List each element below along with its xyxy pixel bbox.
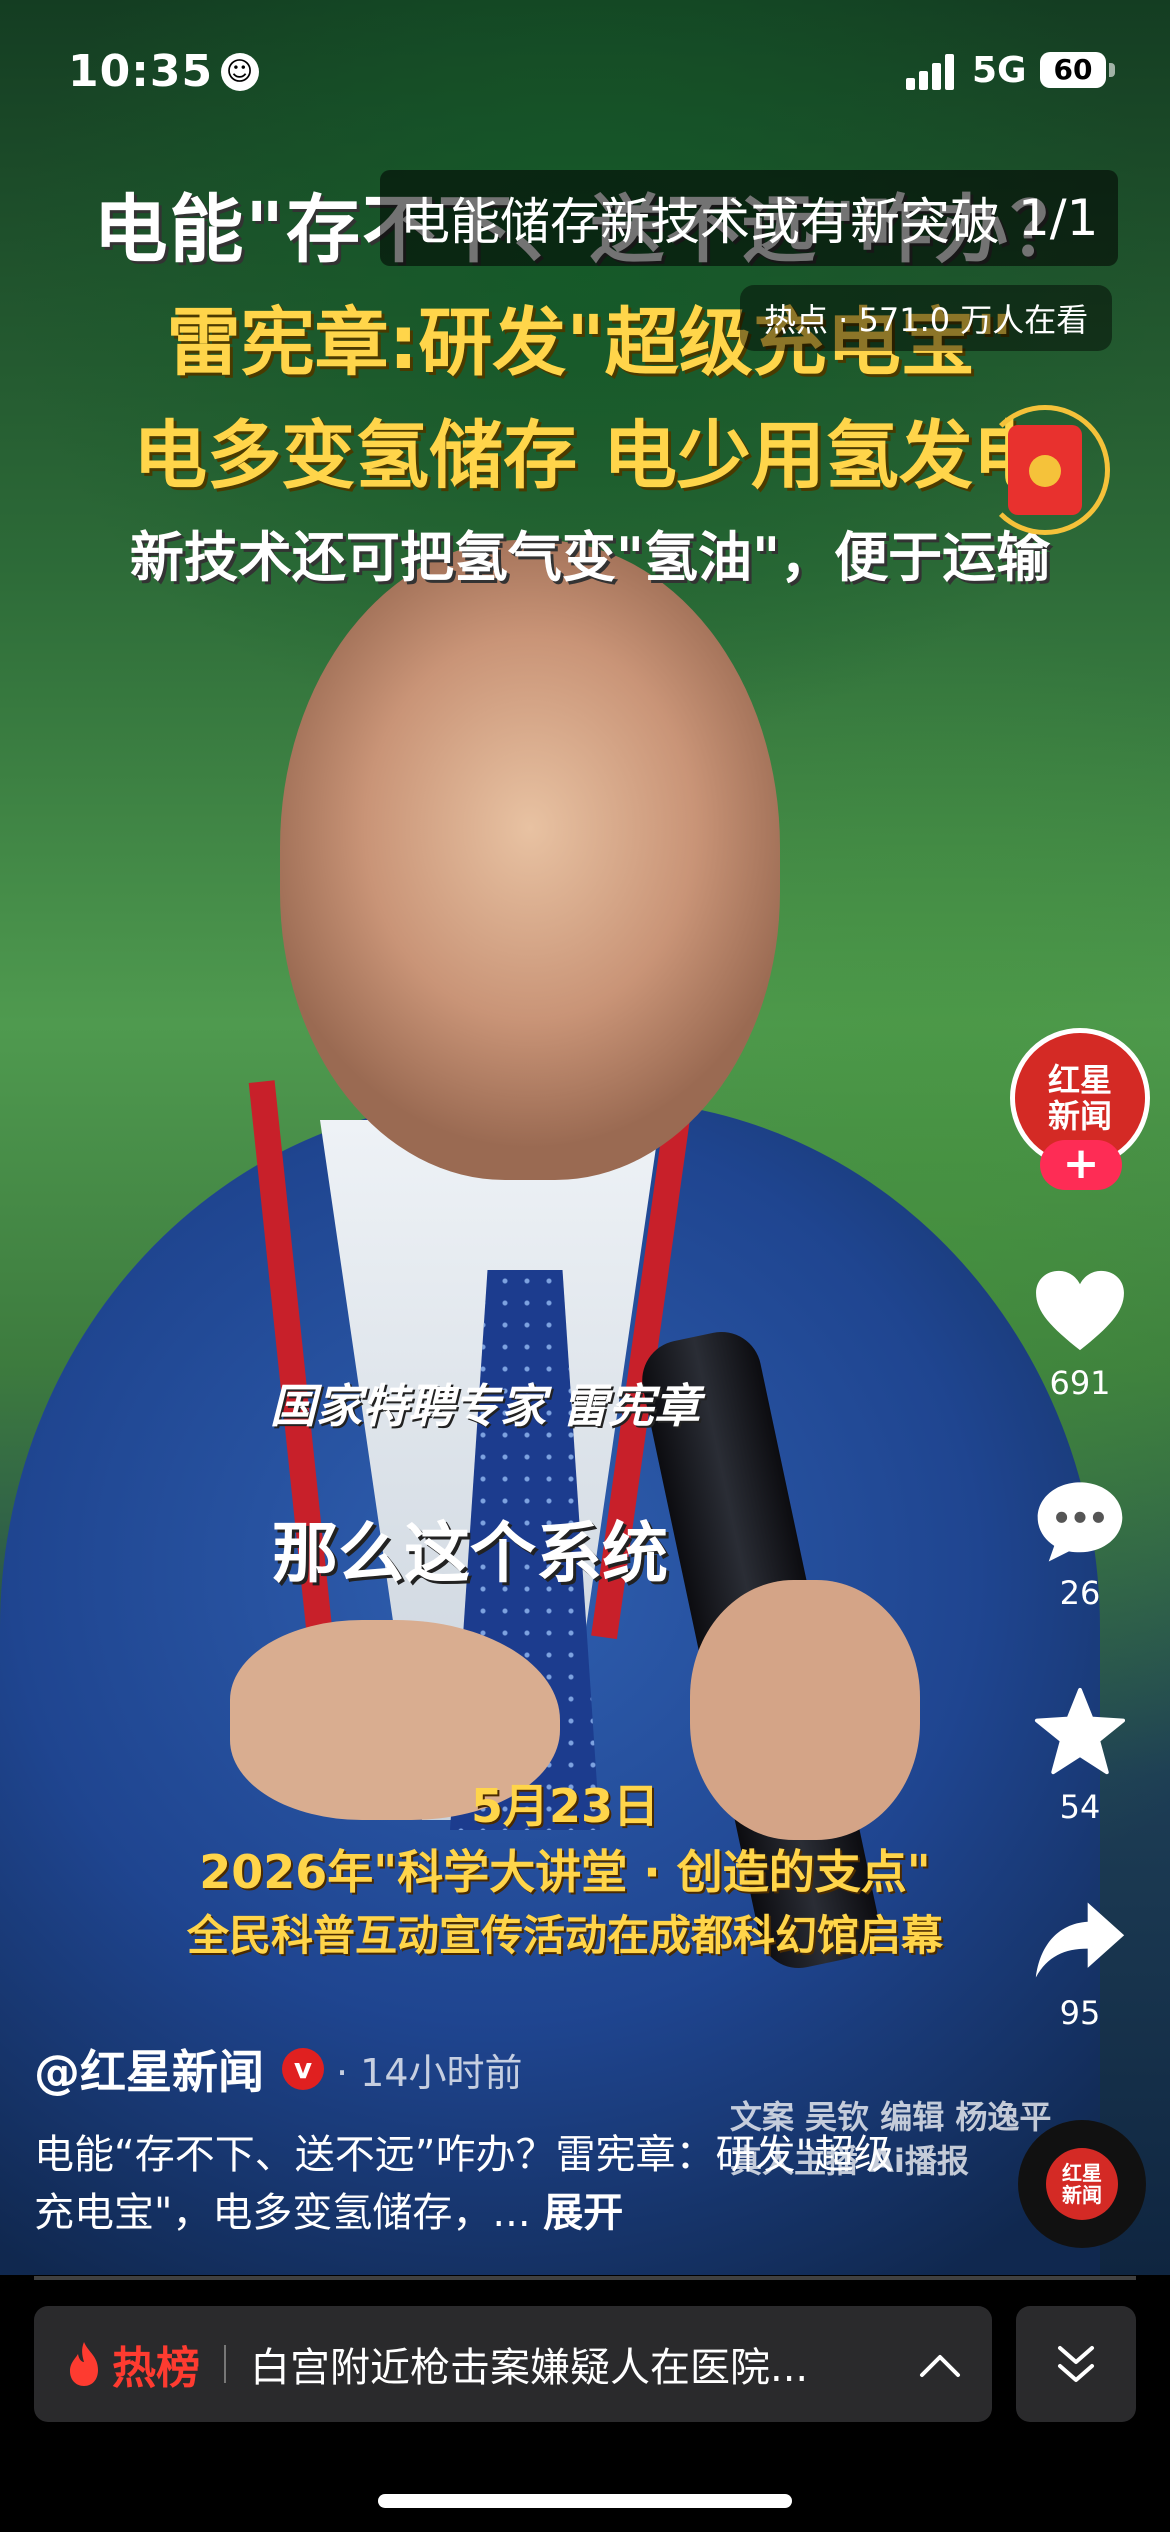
home-indicator[interactable] bbox=[378, 2494, 792, 2508]
network-type: 5G bbox=[972, 50, 1027, 91]
verified-badge-icon: v bbox=[282, 2048, 324, 2090]
chevron-up-icon[interactable] bbox=[918, 2349, 962, 2379]
author-name[interactable]: @红星新闻 bbox=[34, 2036, 264, 2102]
red-envelope-icon bbox=[1008, 425, 1082, 515]
double-chevron-down-icon bbox=[1058, 2346, 1094, 2382]
flame-icon bbox=[70, 2342, 98, 2386]
post-author[interactable]: @红星新闻 v · 14小时前 bbox=[34, 2036, 523, 2102]
status-time: 10:35 ☺ bbox=[68, 46, 260, 97]
event-name: 2026年"科学大讲堂 · 创造的支点" bbox=[199, 1845, 931, 1899]
comment-icon bbox=[1037, 1482, 1123, 1562]
smiley-icon: ☺ bbox=[221, 53, 260, 91]
description-text: 电能“存不下、送不远”咋办？雷宪章：研发"超级充电宝"，电多变氢储存，... bbox=[34, 2132, 894, 2236]
collapse-button[interactable] bbox=[1016, 2306, 1136, 2422]
status-bar: 10:35 ☺ 5G 60 bbox=[0, 0, 1170, 140]
signal-icon bbox=[906, 54, 956, 90]
share-button[interactable]: 95 bbox=[1020, 1896, 1140, 2032]
divider bbox=[224, 2345, 226, 2383]
battery-tip bbox=[1109, 63, 1115, 77]
post-time: · 14小时前 bbox=[336, 2050, 523, 2095]
disc-text-2: 新闻 bbox=[1062, 2183, 1102, 2207]
headline-line-4: 新技术还可把氢气变"氢油"，便于运输 bbox=[129, 526, 1051, 589]
hot-list-label: 热榜 bbox=[112, 2343, 200, 2394]
music-disc[interactable]: 红星 新闻 bbox=[1018, 2120, 1146, 2248]
like-count: 691 bbox=[1049, 1364, 1111, 1402]
event-desc: 全民科普互动宣传活动在成都科幻馆启幕 bbox=[186, 1911, 943, 1960]
avatar-text-1: 红星 bbox=[1047, 1061, 1112, 1099]
follow-button[interactable]: + bbox=[1040, 1140, 1122, 1190]
video-subtitle: 那么这个系统 bbox=[272, 1515, 668, 1592]
favorite-count: 54 bbox=[1059, 1788, 1101, 1826]
favorite-button[interactable]: 54 bbox=[1020, 1686, 1140, 1826]
speaker-head bbox=[280, 540, 780, 1180]
post-description[interactable]: 电能“存不下、送不远”咋办？雷宪章：研发"超级充电宝"，电多变氢储存，... 展… bbox=[34, 2126, 894, 2242]
expand-link[interactable]: 展开 bbox=[543, 2190, 623, 2236]
hot-list-headline: 白宫附近枪击案嫌疑人在医院... bbox=[250, 2345, 809, 2391]
like-button[interactable]: 691 bbox=[1020, 1268, 1140, 1402]
event-date: 5月23日 bbox=[470, 1779, 660, 1833]
hot-viewers-badge[interactable]: 热点 · 571.0 万人在看 bbox=[740, 285, 1113, 351]
comment-button[interactable]: 26 bbox=[1020, 1478, 1140, 1612]
red-packet-button[interactable] bbox=[980, 405, 1110, 535]
star-icon bbox=[1034, 1687, 1126, 1775]
comment-count: 26 bbox=[1059, 1574, 1101, 1612]
battery-icon: 60 bbox=[1040, 52, 1106, 88]
avatar-text-2: 新闻 bbox=[1047, 1097, 1112, 1135]
share-arrow-icon bbox=[1035, 1902, 1125, 1978]
topic-index: 1/1 bbox=[1018, 189, 1099, 247]
status-time-text: 10:35 bbox=[68, 46, 214, 97]
share-count: 95 bbox=[1059, 1994, 1101, 2032]
heart-icon bbox=[1036, 1270, 1124, 1351]
topic-title: 电能储存新技术或有新突破 bbox=[400, 193, 1000, 251]
disc-text-1: 红星 bbox=[1062, 2161, 1102, 2185]
topic-chip[interactable]: 电能储存新技术或有新突破 1/1 bbox=[380, 170, 1119, 266]
event-caption: 5月23日 2026年"科学大讲堂 · 创造的支点" 全民科普互动宣传活动在成都… bbox=[100, 1770, 1030, 1963]
speaker-caption: 国家特聘专家 雷宪章 bbox=[269, 1379, 700, 1433]
music-disc-logo: 红星 新闻 bbox=[1046, 2148, 1118, 2220]
hot-list-bar[interactable]: 热榜 白宫附近枪击案嫌疑人在医院... bbox=[34, 2306, 992, 2422]
